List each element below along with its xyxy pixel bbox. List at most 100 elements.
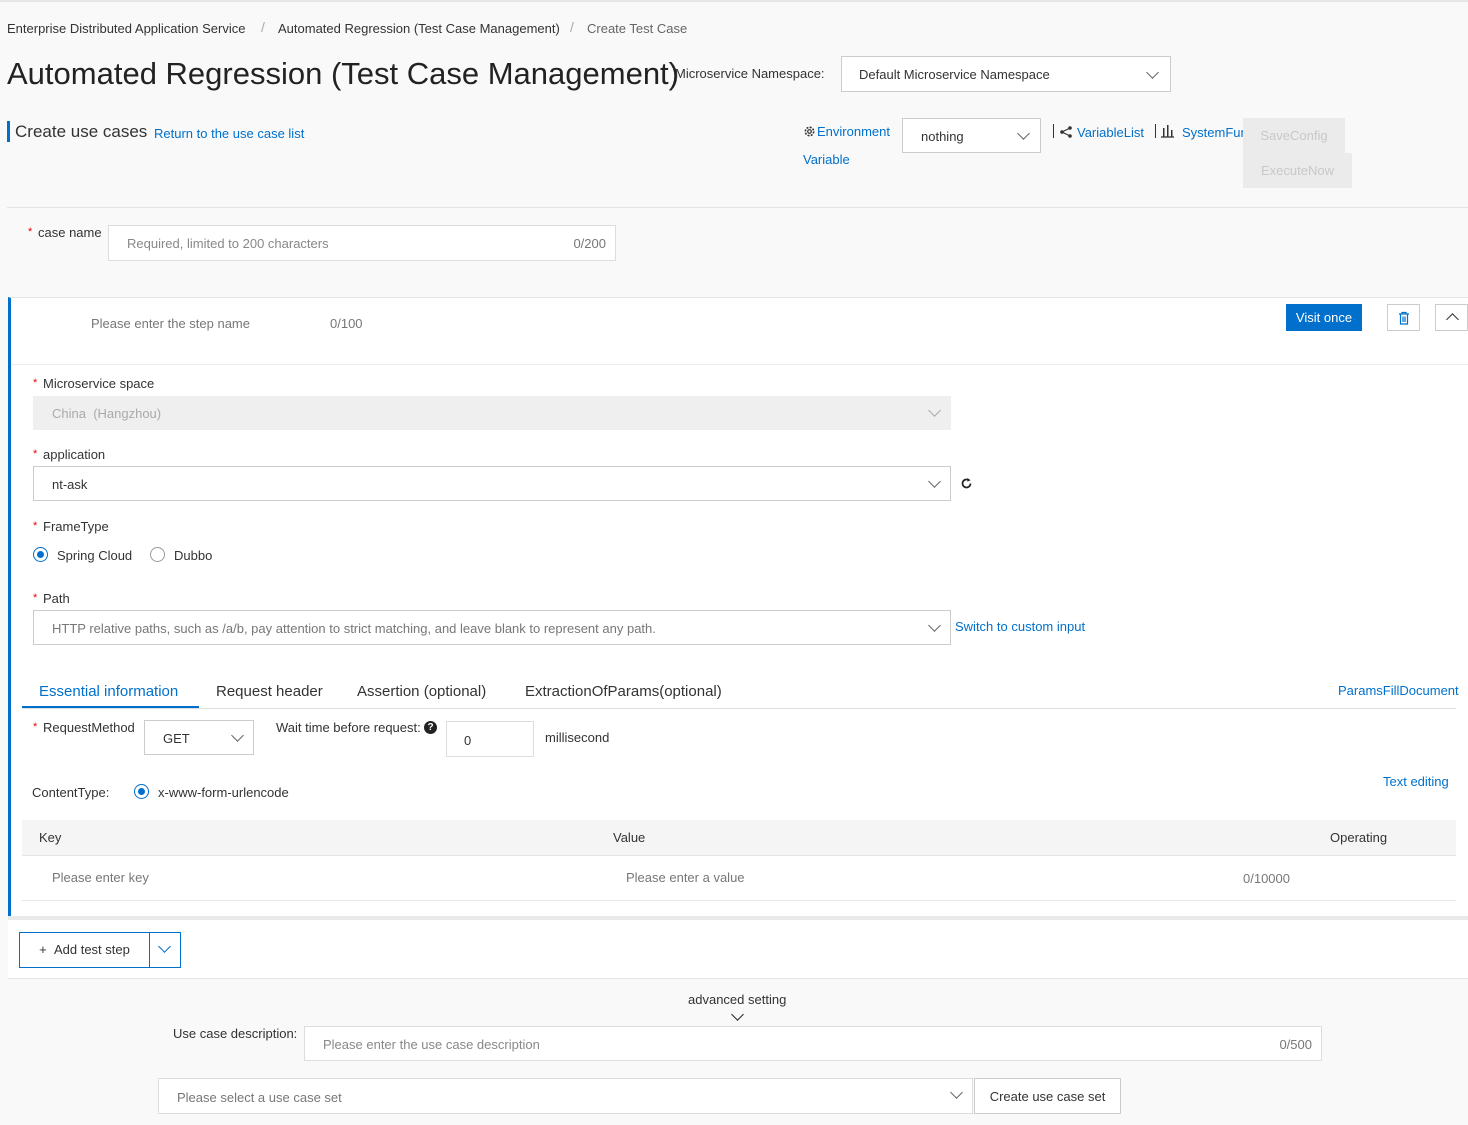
switch-custom-input-link[interactable]: Switch to custom input (955, 619, 1085, 634)
refresh-icon[interactable] (960, 477, 973, 490)
advanced-setting-toggle[interactable]: advanced setting (688, 992, 786, 1007)
section-divider (7, 207, 1468, 208)
application-value: nt-ask (52, 477, 88, 492)
variable-list-link[interactable]: VariableList (1077, 125, 1144, 140)
dubbo-label: Dubbo (174, 548, 213, 563)
chevron-down-icon (928, 475, 941, 488)
add-step-dropdown-button[interactable] (149, 932, 181, 968)
wait-time-unit: millisecond (545, 730, 610, 745)
tabs-divider (22, 708, 1456, 709)
tab-assertion[interactable]: Assertion (optional) (357, 683, 486, 700)
collapse-step-button[interactable] (1435, 304, 1468, 331)
breadcrumb-item-current: Create Test Case (587, 21, 688, 36)
step-name-input[interactable]: Please enter the step name (91, 316, 250, 331)
required-mark: * (33, 520, 38, 532)
request-method-value: GET (163, 731, 190, 746)
create-case-set-button[interactable]: Create use case set (974, 1078, 1121, 1114)
case-set-placeholder: Please select a use case set (177, 1090, 342, 1105)
active-tab-indicator (22, 706, 199, 708)
param-value-input[interactable]: Please enter a value (626, 870, 745, 885)
params-table-header (22, 820, 1456, 856)
microservice-space-select[interactable]: China (Hangzhou) (33, 396, 951, 430)
application-label: application (43, 447, 106, 462)
column-header-operating: Operating (1330, 830, 1388, 845)
chevron-down-icon[interactable] (731, 1008, 744, 1021)
case-name-label: case name (38, 225, 102, 240)
wait-time-input[interactable]: 0 (446, 721, 534, 757)
toolbar-divider (1053, 124, 1054, 138)
chevron-down-icon (1146, 66, 1159, 79)
case-name-placeholder: Required, limited to 200 characters (127, 236, 329, 251)
case-name-input[interactable]: Required, limited to 200 characters 0/20… (108, 225, 616, 261)
chevron-down-icon (950, 1086, 963, 1099)
application-select[interactable]: nt-ask (33, 466, 951, 501)
chevron-down-icon (231, 729, 244, 742)
radio-dubbo[interactable] (150, 547, 165, 562)
bar-chart-icon (1160, 124, 1175, 138)
help-icon[interactable]: ? (424, 721, 437, 734)
step-name-counter: 0/100 (330, 316, 363, 331)
namespace-label: Microservice Namespace: (675, 66, 825, 81)
namespace-select[interactable]: Default Microservice Namespace (841, 56, 1171, 92)
add-test-step-button[interactable]: + Add test step (19, 932, 150, 968)
required-mark: * (33, 377, 38, 389)
system-function-link[interactable]: SystemFun (1182, 125, 1243, 140)
environment-link[interactable]: Environment (817, 124, 890, 139)
page-title: Automated Regression (Test Case Manageme… (7, 56, 679, 91)
plus-icon: + (39, 942, 47, 957)
wait-time-label: Wait time before request: (276, 720, 421, 735)
request-method-label: RequestMethod (43, 720, 135, 735)
tab-extraction-params[interactable]: ExtractionOfParams(optional) (525, 683, 722, 700)
save-config-button[interactable]: SaveConfig (1243, 118, 1345, 153)
step-header-divider (11, 364, 1468, 365)
microservice-space-label: Microservice space (43, 376, 155, 391)
path-select[interactable]: HTTP relative paths, such as /a/b, pay a… (33, 610, 951, 645)
radio-spring-cloud[interactable] (33, 547, 48, 562)
case-set-select[interactable]: Please select a use case set (158, 1078, 973, 1114)
trash-icon (1399, 311, 1409, 325)
tab-request-header[interactable]: Request header (216, 683, 323, 700)
breadcrumb-item-edas[interactable]: Enterprise Distributed Application Servi… (7, 21, 245, 36)
toolbar-divider (1155, 124, 1156, 138)
environment-select[interactable]: nothing (902, 118, 1041, 153)
column-header-value: Value (613, 830, 646, 845)
add-step-area (8, 920, 1468, 979)
breadcrumb-separator: / (570, 19, 574, 35)
description-input[interactable]: Please enter the use case description 0/… (304, 1026, 1322, 1061)
chevron-up-icon (1446, 313, 1459, 326)
share-icon (1059, 125, 1073, 139)
microservice-space-value: China (Hangzhou) (52, 406, 162, 421)
gear-icon (803, 125, 816, 138)
required-mark: * (33, 592, 38, 604)
description-counter: 0/500 (1279, 1037, 1312, 1052)
delete-step-button[interactable] (1387, 304, 1420, 331)
frame-type-label: FrameType (43, 519, 109, 534)
section-title: Create use cases (15, 122, 148, 141)
namespace-value: Default Microservice Namespace (859, 67, 1050, 82)
section-accent-bar (7, 121, 10, 142)
param-key-input[interactable]: Please enter key (52, 870, 149, 885)
required-mark: * (33, 721, 38, 733)
chevron-down-icon (158, 940, 171, 953)
radio-content-type[interactable] (134, 784, 149, 799)
text-editing-link[interactable]: Text editing (1383, 774, 1449, 789)
wait-time-value: 0 (464, 733, 472, 748)
description-label: Use case description: (173, 1026, 298, 1041)
table-row-divider (22, 900, 1456, 901)
params-fill-document-link[interactable]: ParamsFillDocument (1338, 683, 1459, 698)
path-placeholder: HTTP relative paths, such as /a/b, pay a… (52, 621, 656, 636)
chevron-down-icon (928, 404, 941, 417)
column-header-key: Key (39, 830, 62, 845)
chevron-down-icon (928, 619, 941, 632)
request-method-select[interactable]: GET (144, 720, 254, 755)
environment-value: nothing (921, 129, 964, 144)
execute-now-button[interactable]: ExecuteNow (1243, 153, 1352, 188)
return-to-list-link[interactable]: Return to the use case list (154, 126, 304, 141)
breadcrumb-item-regression[interactable]: Automated Regression (Test Case Manageme… (278, 21, 560, 36)
visit-once-button[interactable]: Visit once (1286, 304, 1362, 331)
case-name-counter: 0/200 (573, 236, 606, 251)
tab-essential-information[interactable]: Essential information (39, 683, 178, 700)
description-placeholder: Please enter the use case description (323, 1037, 540, 1052)
variable-link[interactable]: Variable (803, 152, 850, 167)
breadcrumb-separator: / (261, 19, 265, 35)
